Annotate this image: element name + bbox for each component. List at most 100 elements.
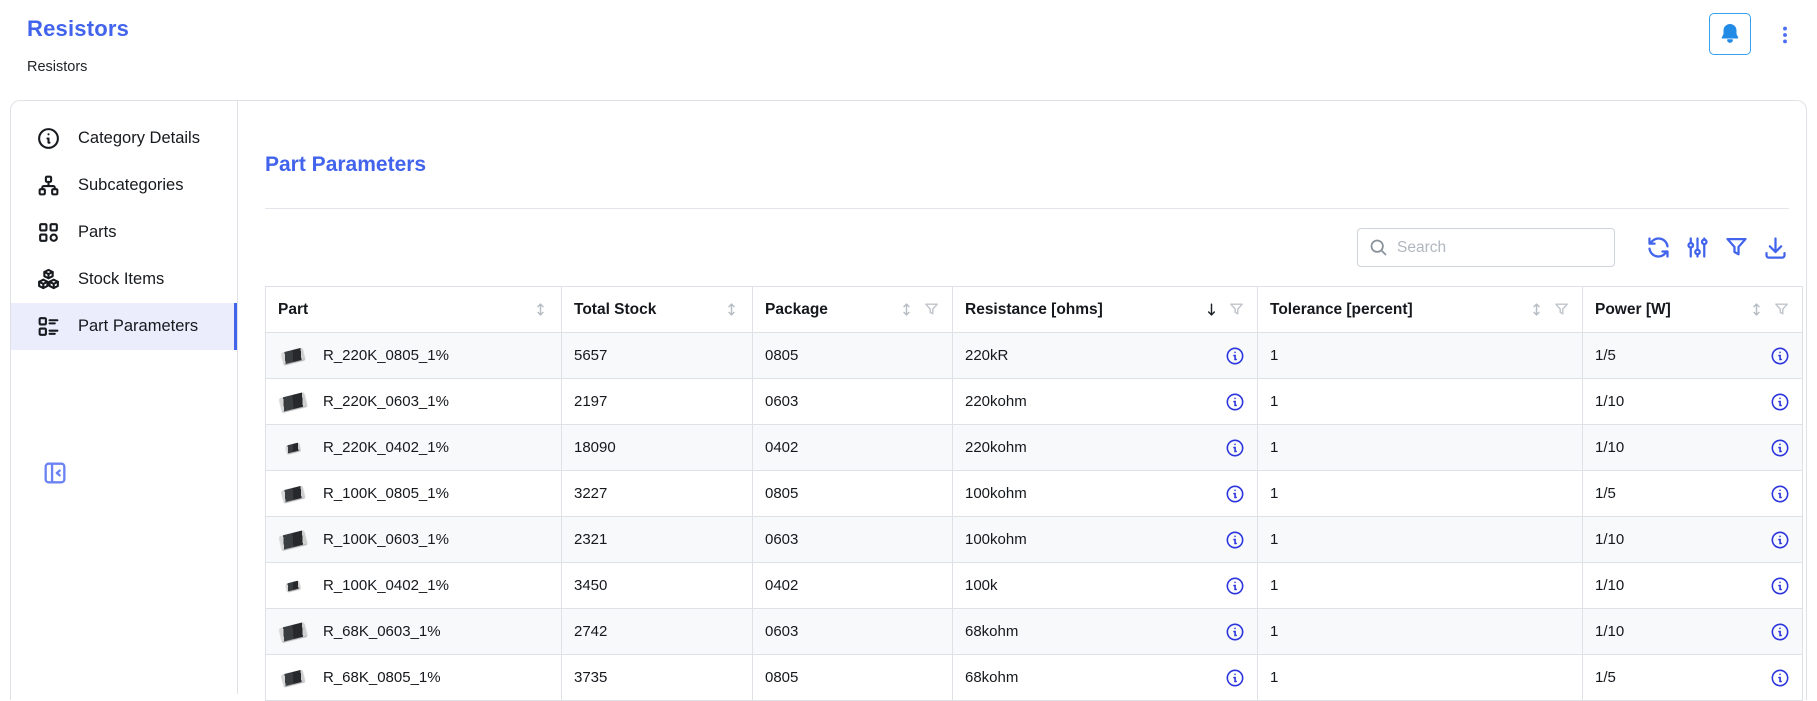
table-row[interactable]: R_68K_0805_1% 3735 0805 68kohm 1 1/5 [266,655,1803,701]
main-panel: Part Parameters Part [239,101,1806,694]
overflow-menu-button[interactable] [1773,22,1797,48]
part-name[interactable]: R_100K_0402_1% [323,577,449,594]
section-title: Part Parameters [265,153,426,177]
tolerance-value: 1 [1270,393,1278,410]
total-stock-value: 2197 [574,393,607,410]
part-name[interactable]: R_100K_0805_1% [323,485,449,502]
sidebar-item-category-details[interactable]: Category Details [11,115,237,162]
sitemap-icon [36,173,61,198]
resistance-value: 100kohm [965,531,1027,548]
sidebar-item-label: Stock Items [78,270,164,289]
column-header-total-stock[interactable]: Total Stock [562,287,753,333]
power-value: 1/5 [1595,669,1616,686]
page-title: Resistors [27,16,129,42]
info-circle-blue-icon[interactable] [1770,484,1790,504]
info-circle-blue-icon[interactable] [1225,668,1245,688]
table-toolbar [1357,228,1789,267]
packages-icon [36,267,61,292]
info-circle-blue-icon[interactable] [1225,438,1245,458]
part-name[interactable]: R_220K_0603_1% [323,393,449,410]
sidebar-collapse-icon [41,459,69,487]
column-header-part[interactable]: Part [266,287,562,333]
table-row[interactable]: R_100K_0603_1% 2321 0603 100kohm 1 1/10 [266,517,1803,563]
bell-icon [1717,21,1743,47]
info-circle-blue-icon[interactable] [1225,392,1245,412]
arrows-sort-icon [898,301,915,318]
part-thumbnail [278,672,308,684]
content-panel: Category Details Subcategories Parts Stock … [10,100,1807,700]
table-row[interactable]: R_220K_0603_1% 2197 0603 220kohm 1 1/10 [266,379,1803,425]
column-label: Part [278,301,308,319]
info-circle-blue-icon[interactable] [1770,668,1790,688]
table-row[interactable]: R_220K_0805_1% 5657 0805 220kR 1 1/5 [266,333,1803,379]
sidebar-item-label: Subcategories [78,176,184,195]
part-name[interactable]: R_220K_0402_1% [323,439,449,456]
info-circle-blue-icon[interactable] [1770,392,1790,412]
sidebar-item-label: Part Parameters [78,317,198,336]
page-header: Resistors Resistors [0,0,1817,100]
power-value: 1/5 [1595,347,1616,364]
sidebar-item-part-parameters[interactable]: Part Parameters [11,303,237,350]
refresh-button[interactable] [1645,234,1672,261]
info-circle-blue-icon[interactable] [1770,438,1790,458]
package-value: 0603 [765,531,798,548]
resistance-value: 68kohm [965,623,1018,640]
part-name[interactable]: R_220K_0805_1% [323,347,449,364]
arrows-sort-icon [1528,301,1545,318]
info-circle-blue-icon[interactable] [1225,346,1245,366]
total-stock-value: 3735 [574,669,607,686]
notifications-button[interactable] [1709,13,1751,55]
sidebar-item-parts[interactable]: Parts [11,209,237,256]
collapse-sidebar-button[interactable] [41,459,69,487]
info-circle-blue-icon[interactable] [1225,622,1245,642]
arrows-sort-icon [723,301,740,318]
table-row[interactable]: R_68K_0603_1% 2742 0603 68kohm 1 1/10 [266,609,1803,655]
column-label: Package [765,301,828,319]
download-icon [1762,234,1789,261]
part-thumbnail [278,625,308,639]
sidebar-item-stock-items[interactable]: Stock Items [11,256,237,303]
package-value: 0603 [765,393,798,410]
column-header-power-w[interactable]: Power [W] [1583,287,1803,333]
part-name[interactable]: R_100K_0603_1% [323,531,449,548]
total-stock-value: 18090 [574,439,616,456]
table-row[interactable]: R_220K_0402_1% 18090 0402 220kohm 1 1/10 [266,425,1803,471]
arrows-sort-icon [1748,301,1765,318]
divider [265,208,1789,209]
breadcrumb[interactable]: Resistors [27,59,87,75]
info-circle-blue-icon[interactable] [1225,576,1245,596]
resistance-value: 100k [965,577,998,594]
filters-button[interactable] [1723,234,1750,261]
table-row[interactable]: R_100K_0805_1% 3227 0805 100kohm 1 1/5 [266,471,1803,517]
sidebar-item-subcategories[interactable]: Subcategories [11,162,237,209]
download-button[interactable] [1762,234,1789,261]
dots-vertical-icon [1774,22,1796,48]
resistance-value: 220kR [965,347,1008,364]
column-header-resistance-ohms[interactable]: Resistance [ohms] [953,287,1258,333]
info-circle-blue-icon[interactable] [1770,346,1790,366]
table-settings-button[interactable] [1684,234,1711,261]
info-circle-blue-icon[interactable] [1770,530,1790,550]
total-stock-value: 5657 [574,347,607,364]
package-value: 0402 [765,577,798,594]
column-header-package[interactable]: Package [753,287,953,333]
power-value: 1/10 [1595,393,1624,410]
info-circle-blue-icon[interactable] [1225,530,1245,550]
power-value: 1/10 [1595,531,1624,548]
column-header-tolerance-percent[interactable]: Tolerance [percent] [1258,287,1583,333]
total-stock-value: 3227 [574,485,607,502]
info-circle-blue-icon[interactable] [1770,622,1790,642]
search-input[interactable] [1389,239,1614,257]
tolerance-value: 1 [1270,347,1278,364]
part-name[interactable]: R_68K_0603_1% [323,623,441,640]
tolerance-value: 1 [1270,439,1278,456]
info-circle-blue-icon[interactable] [1770,576,1790,596]
table-row[interactable]: R_100K_0402_1% 3450 0402 100k 1 1/10 [266,563,1803,609]
power-value: 1/10 [1595,439,1624,456]
part-thumbnail [278,350,308,362]
part-name[interactable]: R_68K_0805_1% [323,669,441,686]
funnel-small-icon [1228,301,1245,318]
search-icon [1368,237,1389,258]
power-value: 1/10 [1595,623,1624,640]
info-circle-blue-icon[interactable] [1225,484,1245,504]
